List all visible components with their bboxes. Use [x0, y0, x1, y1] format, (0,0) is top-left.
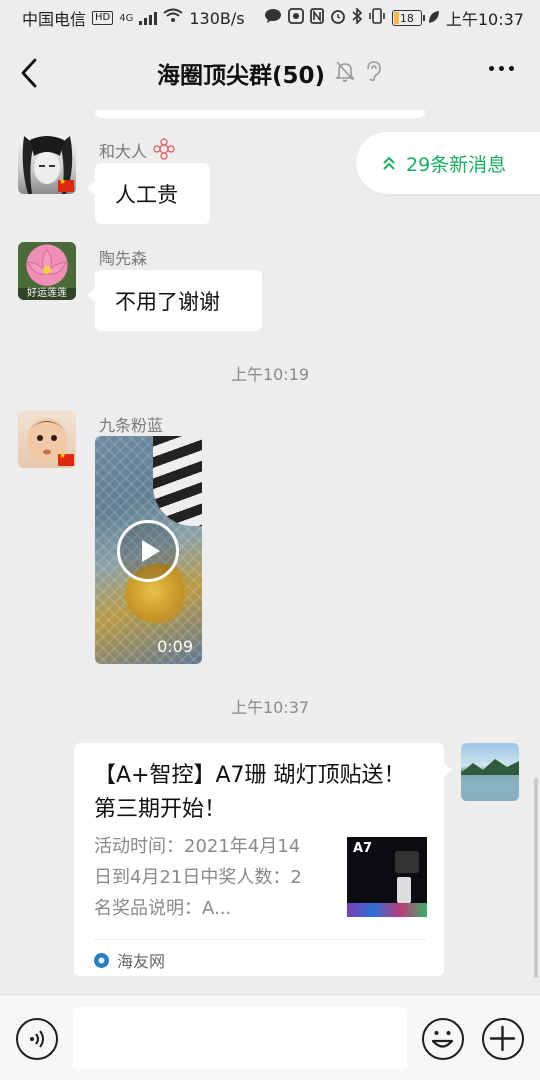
sender-name: 陶先森 — [99, 249, 148, 268]
chat-area[interactable]: 和大人 人工贵 29条新消息 好运莲莲 陶先森 不用了谢谢 上午10:19 九条… — [0, 110, 540, 994]
status-bar: 中国电信 HD 4G 130B/s 18 上午10:37 — [0, 0, 540, 36]
status-time: 上午10:37 — [445, 10, 524, 29]
sender-name: 和大人 — [99, 142, 148, 161]
plus-icon — [489, 1025, 516, 1052]
source-name: 海友网 — [117, 952, 166, 971]
sender-name: 九条粉蓝 — [99, 416, 164, 435]
video-message[interactable]: 0:09 — [95, 436, 202, 664]
mute-bell-icon — [335, 60, 355, 86]
avatar[interactable] — [18, 410, 76, 468]
emoji-icon — [431, 1031, 454, 1048]
my-avatar[interactable] — [461, 743, 519, 801]
link-card-source: 海友网 — [94, 948, 165, 972]
double-chevron-up-icon — [383, 156, 395, 170]
message-bubble[interactable]: 人工贵 — [87, 163, 210, 224]
timestamp: 上午10:37 — [230, 698, 310, 717]
link-card-description: 活动时间：2021年4月14日到4月21日中奖人数：2名奖品说明：A... — [94, 836, 302, 919]
battery-icon: 18 — [391, 10, 425, 26]
link-card-title: 【A+智控】A7珊 瑚灯顶贴送！ 第三期开始！ — [94, 763, 406, 822]
video-duration: 0:09 — [157, 637, 193, 656]
earpiece-icon — [365, 60, 383, 86]
vibrate-icon — [368, 8, 386, 28]
input-bar — [0, 994, 540, 1080]
message-text: 人工贵 — [115, 182, 178, 207]
more-button[interactable] — [489, 66, 514, 71]
battery-level — [393, 12, 399, 24]
previous-message-bubble — [95, 110, 425, 118]
avatar[interactable] — [18, 136, 76, 194]
message-bubble[interactable]: 不用了谢谢 — [87, 270, 262, 331]
link-card[interactable]: 【A+智控】A7珊 瑚灯顶贴送！ 第三期开始！ 活动时间：2021年4月14日到… — [74, 743, 452, 976]
china-flag-icon — [58, 177, 74, 192]
new-messages-label: 29条新消息 — [406, 153, 507, 176]
voice-button[interactable] — [16, 1018, 58, 1060]
china-flag-icon — [58, 451, 74, 466]
signal-icon — [139, 11, 158, 25]
title-bar: 海圈顶尖群(50) — [0, 36, 540, 110]
new-messages-button[interactable]: 29条新消息 — [356, 132, 540, 194]
avatar[interactable]: 好运莲莲 — [18, 242, 76, 300]
nfc-icon — [309, 8, 324, 28]
bluetooth-icon — [352, 7, 363, 28]
leaf-icon — [428, 9, 440, 28]
message-text: 不用了谢谢 — [115, 289, 220, 314]
message-input[interactable] — [73, 1007, 407, 1069]
chat-bubble-icon — [264, 8, 282, 28]
more-icon — [489, 66, 514, 71]
battery-label: 18 — [399, 11, 414, 25]
emoji-button[interactable] — [422, 1018, 464, 1060]
plus-button[interactable] — [482, 1018, 524, 1060]
alarm-icon — [330, 8, 346, 28]
link-card-thumbnail: A7 — [347, 837, 427, 917]
thumbnail-label: A7 — [353, 841, 373, 856]
divider — [94, 939, 426, 940]
source-logo-icon — [94, 952, 109, 968]
play-icon[interactable] — [117, 520, 179, 582]
avatar-landscape — [461, 759, 519, 801]
speed-label: 130B/s — [189, 8, 245, 28]
app-badge-icon — [287, 8, 304, 28]
wifi-icon — [163, 8, 183, 28]
avatar-caption: 好运莲莲 — [27, 288, 67, 299]
carrier-label: 中国电信 — [22, 10, 87, 29]
network-label: 4G — [119, 12, 134, 24]
timestamp: 上午10:19 — [230, 365, 310, 384]
voice-icon — [30, 1030, 44, 1048]
flower-badge-icon — [153, 138, 175, 164]
hd-icon: HD — [92, 11, 114, 25]
scrollbar[interactable] — [534, 778, 538, 978]
chat-title: 海圈顶尖群(50) — [156, 63, 326, 89]
